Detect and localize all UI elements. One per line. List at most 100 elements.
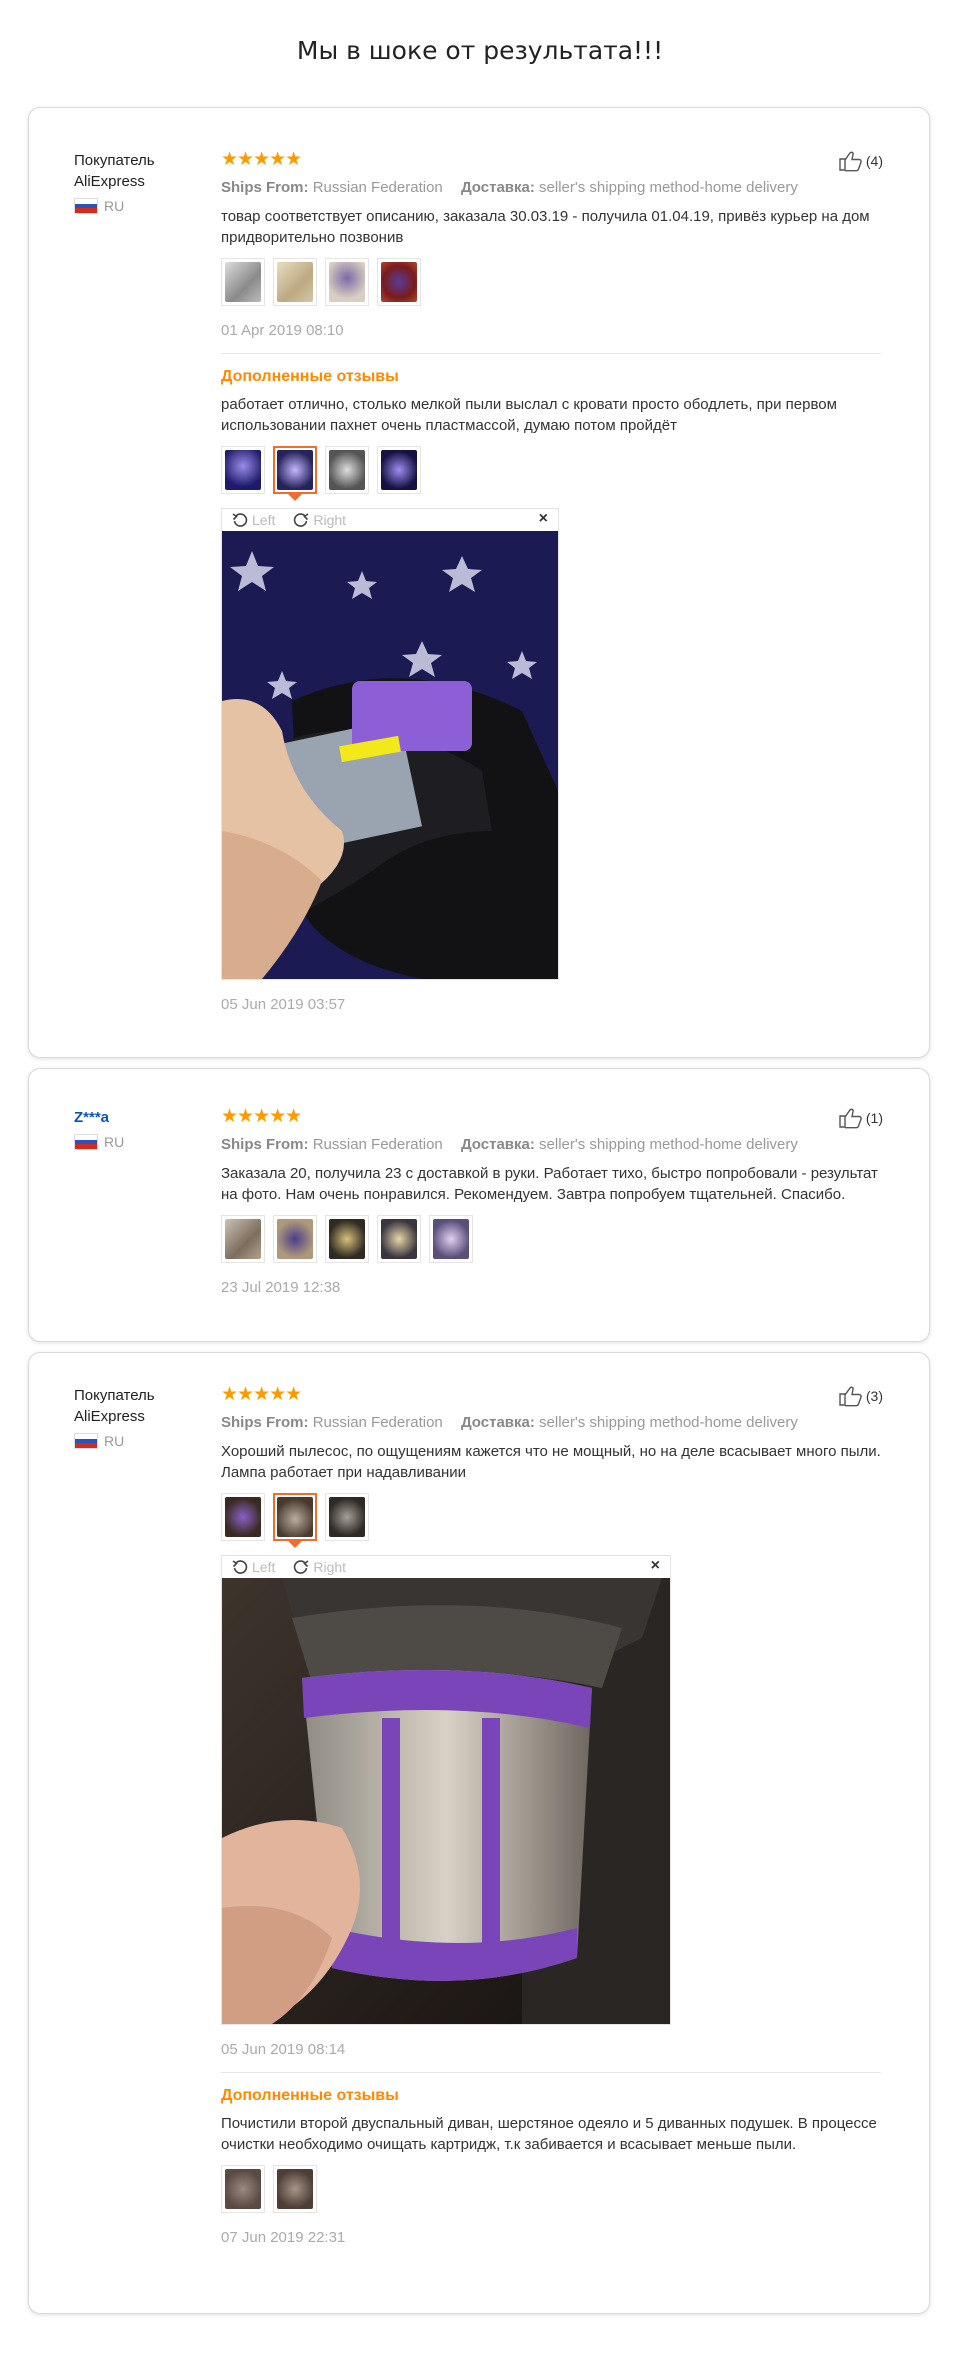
- russia-flag-icon: [74, 198, 98, 214]
- review-photos: [221, 1493, 881, 1548]
- rotate-right-label: Right: [313, 1559, 347, 1575]
- review-content: ★★★★★ (4) Ships From: Russian Federation…: [221, 149, 883, 1013]
- additional-photos: [221, 446, 881, 501]
- shipping-info: Ships From: Russian Federation Доставка:…: [221, 178, 881, 198]
- helpful-button[interactable]: (4): [838, 150, 883, 172]
- photo-thumbnail[interactable]: [221, 258, 265, 306]
- rating-stars: ★★★★★: [221, 149, 302, 170]
- photo-thumbnail[interactable]: [273, 258, 317, 306]
- shipping-info: Ships From: Russian Federation Доставка:…: [221, 1413, 881, 1433]
- helpful-button[interactable]: (3): [838, 1385, 883, 1407]
- review-photos: [221, 1215, 881, 1263]
- rotate-right-icon: [293, 512, 309, 528]
- additional-review-date: 05 Jun 2019 03:57: [221, 996, 346, 1013]
- photo-viewer: Left Right ×: [221, 508, 559, 980]
- additional-review-text: работает отлично, столько мелкой пыли вы…: [221, 396, 837, 434]
- photo-thumbnail[interactable]: [325, 446, 369, 494]
- ships-from-label: Ships From:: [221, 179, 309, 196]
- country-code: RU: [104, 198, 125, 214]
- reviewer-country: RU: [74, 1134, 194, 1150]
- photo-thumbnail[interactable]: [221, 446, 265, 494]
- photo-thumbnail[interactable]: [221, 1493, 265, 1541]
- photo-thumbnail[interactable]: [221, 1215, 265, 1263]
- viewer-toolbar: Left Right ×: [222, 1556, 670, 1578]
- reviewer-name: Покупатель AliExpress: [74, 152, 155, 190]
- ships-from-value: Russian Federation: [312, 1136, 443, 1153]
- photo-thumbnail[interactable]: [273, 2165, 317, 2213]
- review-photo-large[interactable]: [222, 1578, 670, 2024]
- ships-from-value: Russian Federation: [312, 179, 443, 196]
- delivery-value: seller's shipping method-home delivery: [539, 1414, 798, 1431]
- country-code: RU: [104, 1134, 125, 1150]
- ships-from-label: Ships From:: [221, 1136, 309, 1153]
- reviewer-info: Z***a RU: [74, 1107, 194, 1150]
- thumbs-up-icon: [838, 1107, 864, 1129]
- rotate-left-button[interactable]: Left: [232, 512, 275, 528]
- review-date: 01 Apr 2019 08:10: [221, 322, 344, 339]
- shipping-info: Ships From: Russian Federation Доставка:…: [221, 1135, 881, 1155]
- additional-review-text: Почистили второй двуспальный диван, шерс…: [221, 2115, 877, 2153]
- rotate-right-label: Right: [313, 512, 347, 528]
- photo-thumbnail-active[interactable]: [273, 1493, 317, 1548]
- delivery-label: Доставка:: [460, 1136, 535, 1153]
- review-content: ★★★★★ (1) Ships From: Russian Federation…: [221, 1106, 883, 1296]
- close-viewer-button[interactable]: ×: [539, 510, 548, 528]
- additional-photos: [221, 2165, 881, 2213]
- photo-thumbnail[interactable]: [325, 1215, 369, 1263]
- photo-thumbnail[interactable]: [377, 258, 421, 306]
- reviewer-country: RU: [74, 1433, 194, 1449]
- photo-thumbnail[interactable]: [377, 446, 421, 494]
- review-photos: [221, 258, 881, 306]
- reviewer-name-link[interactable]: Z***a: [74, 1107, 194, 1128]
- review-text: Хороший пылесос, по ощущениям кажется чт…: [221, 1443, 881, 1481]
- additional-review-title: Дополненные отзывы: [221, 368, 399, 385]
- page-title: Мы в шоке от результата!!!: [296, 36, 664, 65]
- rotate-left-button[interactable]: Left: [232, 1559, 275, 1575]
- photo-thumbnail[interactable]: [325, 1493, 369, 1541]
- rotate-right-button[interactable]: Right: [293, 1559, 346, 1575]
- review-card-2: Z***a RU ★★★★★ (1) Ships From: Russian F…: [28, 1068, 930, 1342]
- photo-thumbnail[interactable]: [221, 2165, 265, 2213]
- reviewer-info: Покупатель AliExpress RU: [74, 1385, 194, 1449]
- helpful-count: (4): [865, 153, 883, 169]
- rotate-right-button[interactable]: Right: [293, 512, 346, 528]
- photo-thumbnail[interactable]: [325, 258, 369, 306]
- reviewer-info: Покупатель AliExpress RU: [74, 150, 194, 214]
- page: Мы в шоке от результата!!! Покупатель Al…: [0, 0, 960, 2368]
- delivery-label: Доставка:: [460, 179, 535, 196]
- review-photo-large[interactable]: [222, 531, 558, 979]
- review-content: ★★★★★ (3) Ships From: Russian Federation…: [221, 1384, 883, 2246]
- rotate-left-icon: [232, 1559, 248, 1575]
- helpful-count: (3): [865, 1388, 883, 1404]
- thumbs-up-icon: [838, 1385, 864, 1407]
- rating-stars: ★★★★★: [221, 1384, 302, 1405]
- photo-viewer: Left Right ×: [221, 1555, 671, 2025]
- photo-thumbnail[interactable]: [377, 1215, 421, 1263]
- photo-thumbnail[interactable]: [429, 1215, 473, 1263]
- close-viewer-button[interactable]: ×: [651, 1557, 660, 1575]
- photo-thumbnail[interactable]: [273, 1215, 317, 1263]
- divider: [221, 2072, 881, 2073]
- russia-flag-icon: [74, 1134, 98, 1150]
- review-card-3: Покупатель AliExpress RU ★★★★★ (3) Ships…: [28, 1352, 930, 2314]
- additional-review-date: 07 Jun 2019 22:31: [221, 2229, 346, 2246]
- photo-thumbnail-active[interactable]: [273, 446, 317, 501]
- delivery-value: seller's shipping method-home delivery: [539, 179, 798, 196]
- review-text: Заказала 20, получила 23 с доставкой в р…: [221, 1165, 878, 1203]
- delivery-value: seller's shipping method-home delivery: [539, 1136, 798, 1153]
- rating-stars: ★★★★★: [221, 1106, 302, 1127]
- viewer-toolbar: Left Right ×: [222, 509, 558, 531]
- delivery-label: Доставка:: [460, 1414, 535, 1431]
- helpful-count: (1): [865, 1110, 883, 1126]
- review-text: товар соответствует описанию, заказала 3…: [221, 208, 870, 246]
- ships-from-label: Ships From:: [221, 1414, 309, 1431]
- reviewer-name: Покупатель AliExpress: [74, 1387, 155, 1425]
- rotate-right-icon: [293, 1559, 309, 1575]
- ships-from-value: Russian Federation: [312, 1414, 443, 1431]
- rotate-left-label: Left: [252, 1559, 276, 1575]
- russia-flag-icon: [74, 1433, 98, 1449]
- review-card-1: Покупатель AliExpress RU ★★★★★ (4) Ships…: [28, 107, 930, 1058]
- helpful-button[interactable]: (1): [838, 1107, 883, 1129]
- review-date: 23 Jul 2019 12:38: [221, 1279, 341, 1296]
- additional-review-title: Дополненные отзывы: [221, 2087, 399, 2104]
